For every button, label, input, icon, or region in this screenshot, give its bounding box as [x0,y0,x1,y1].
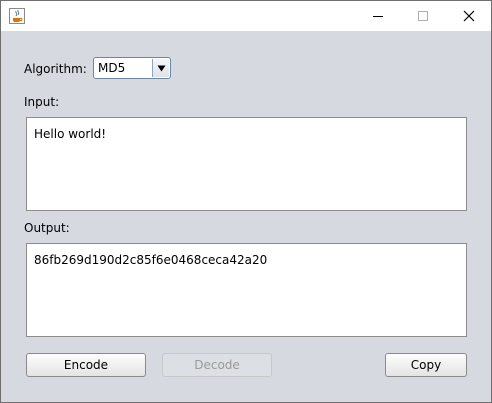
output-label: Output: [24,221,70,235]
maximize-icon [417,7,429,26]
input-label: Input: [24,95,60,109]
close-button[interactable] [446,1,492,31]
encode-button[interactable]: Encode [26,353,146,377]
algorithm-selected-value: MD5 [98,61,126,75]
input-text: Hello world! [34,127,107,141]
copy-button[interactable]: Copy [385,353,467,377]
app-window: Algorithm: MD5 Input: Hello world! Outpu… [0,0,492,403]
java-icon[interactable] [9,8,25,24]
minimize-button[interactable] [355,1,401,31]
input-textarea[interactable]: Hello world! [26,117,467,211]
algorithm-label: Algorithm: [24,62,87,76]
title-bar [1,1,491,31]
decode-button: Decode [162,353,272,377]
minimize-icon [372,7,384,26]
output-textarea[interactable]: 86fb269d190d2c85f6e0468ceca42a20 [26,243,467,337]
algorithm-select[interactable]: MD5 [93,57,171,79]
output-text: 86fb269d190d2c85f6e0468ceca42a20 [34,253,268,267]
close-icon [463,7,475,26]
chevron-down-icon[interactable] [152,59,169,77]
maximize-button[interactable] [400,1,446,31]
